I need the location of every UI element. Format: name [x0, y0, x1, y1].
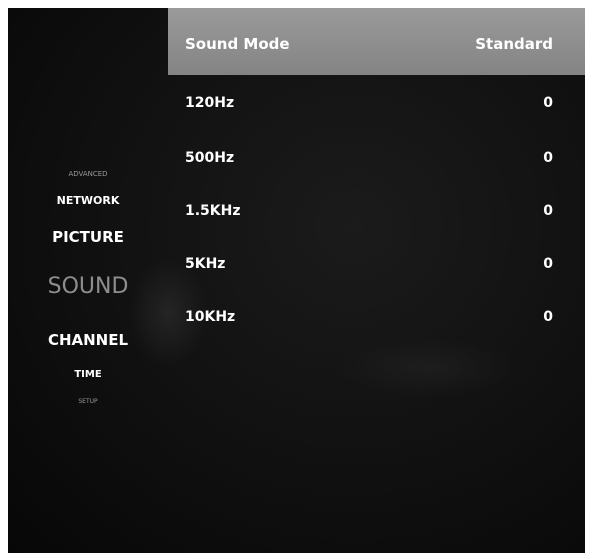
setting-value: 0 [543, 202, 553, 219]
eq-row-500hz[interactable]: 500Hz 0 [168, 131, 585, 184]
sound-settings-panel: Sound Mode Standard 120Hz 0 500Hz 0 1.5K… [168, 8, 585, 343]
setting-value: 0 [543, 95, 553, 111]
setting-label: 1.5KHz [185, 202, 241, 219]
setting-label: 10KHz [185, 308, 236, 325]
setting-value: 0 [543, 308, 553, 325]
eq-row-10khz[interactable]: 10KHz 0 [168, 290, 585, 343]
setting-label: Sound Mode [185, 35, 290, 53]
menu-item-picture[interactable]: PICTURE [8, 228, 168, 246]
background-glow [338, 338, 518, 398]
menu-item-setup[interactable]: SETUP [8, 398, 168, 405]
setting-value: 0 [543, 255, 553, 272]
menu-item-time[interactable]: TIME [8, 369, 168, 380]
eq-row-1-5khz[interactable]: 1.5KHz 0 [168, 184, 585, 237]
tv-screen: ADVANCED NETWORK PICTURE SOUND CHANNEL T… [8, 8, 585, 553]
category-menu: ADVANCED NETWORK PICTURE SOUND CHANNEL T… [8, 8, 168, 553]
setting-label: 5KHz [185, 255, 226, 272]
sound-mode-row[interactable]: Sound Mode Standard [168, 8, 585, 75]
menu-item-sound[interactable]: SOUND [8, 274, 168, 299]
setting-value: 0 [543, 149, 553, 166]
eq-row-5khz[interactable]: 5KHz 0 [168, 237, 585, 290]
menu-item-channel[interactable]: CHANNEL [8, 331, 168, 349]
setting-label: 500Hz [185, 149, 235, 166]
setting-label: 120Hz [185, 95, 235, 111]
menu-item-advanced[interactable]: ADVANCED [8, 170, 168, 178]
setting-value: Standard [475, 35, 553, 53]
menu-item-network[interactable]: NETWORK [8, 194, 168, 207]
eq-row-120hz[interactable]: 120Hz 0 [168, 75, 585, 131]
